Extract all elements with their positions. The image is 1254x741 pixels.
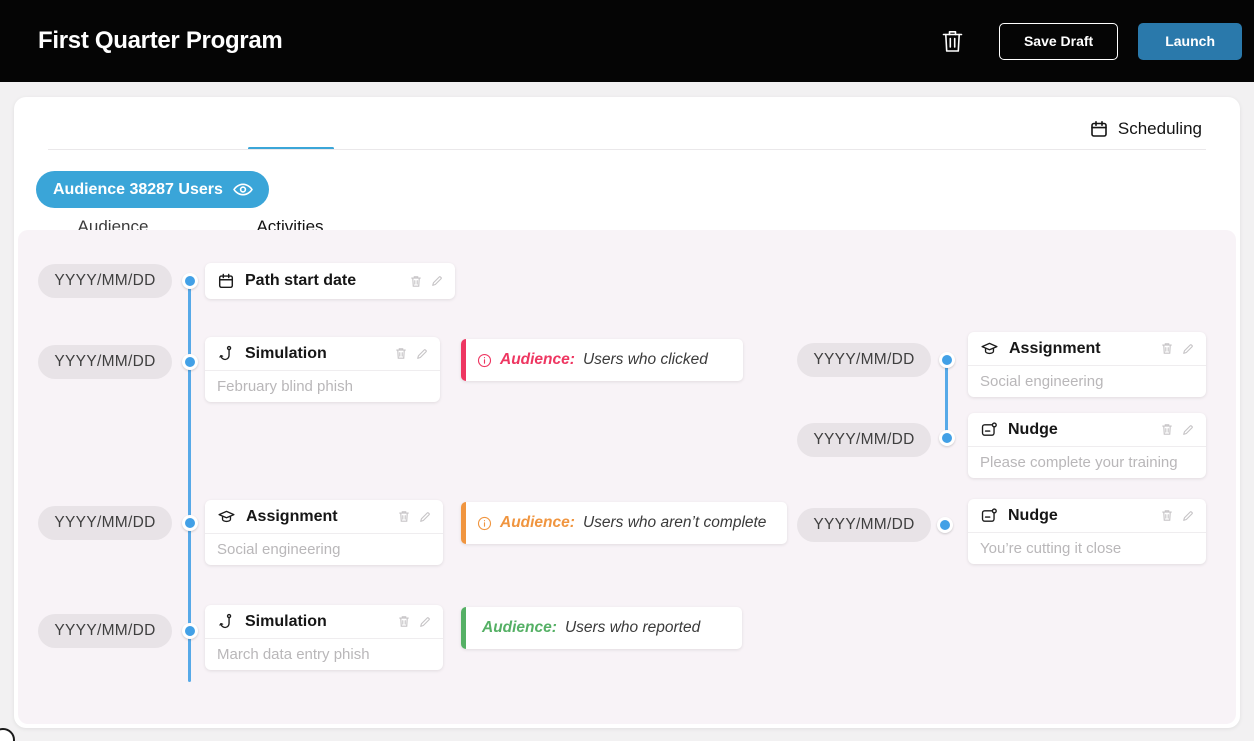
timeline-dot: [182, 273, 198, 289]
audience-condition-clicked[interactable]: Audience: Users who clicked: [461, 339, 743, 381]
activity-node-nudge[interactable]: Nudge Please complete your training: [968, 413, 1206, 478]
trash-icon[interactable]: [410, 275, 422, 288]
edit-pencil-icon[interactable]: [1182, 510, 1194, 522]
timeline-connector-branch: [945, 360, 948, 438]
tabs-row: Audience Activities Scheduling: [14, 97, 1240, 151]
audience-count-label: Audience 38287 Users: [53, 181, 223, 199]
edit-pencil-icon[interactable]: [419, 511, 431, 523]
edit-pencil-icon[interactable]: [1182, 424, 1194, 436]
activity-node-assignment[interactable]: Assignment Social engineering: [968, 332, 1206, 397]
activity-node-simulation[interactable]: Simulation March data entry phish: [205, 605, 443, 670]
trash-icon[interactable]: [398, 510, 410, 523]
page-title: First Quarter Program: [38, 27, 282, 55]
condition-label: Audience:: [500, 351, 575, 369]
trash-icon[interactable]: [398, 615, 410, 628]
condition-text: Users who clicked: [583, 351, 708, 369]
phish-hook-icon: [217, 345, 235, 363]
launch-button[interactable]: Launch: [1138, 23, 1242, 60]
trash-icon[interactable]: [395, 347, 407, 360]
timeline-dot: [937, 517, 953, 533]
timeline-dot: [939, 352, 955, 368]
node-title: Nudge: [1008, 421, 1058, 439]
program-builder-page: First Quarter Program Save Draft Launch …: [0, 0, 1254, 741]
node-title: Simulation: [245, 345, 327, 363]
phish-hook-icon: [217, 613, 235, 631]
node-description: Social engineering: [205, 533, 443, 565]
nudge-notification-icon: [980, 507, 998, 525]
node-title: Simulation: [245, 613, 327, 631]
node-description: You’re cutting it close: [968, 532, 1206, 564]
save-draft-button[interactable]: Save Draft: [999, 23, 1118, 60]
program-card: Audience Activities Scheduling Audience …: [14, 97, 1240, 728]
path-canvas: YYYY/MM/DD YYYY/MM/DD YYYY/MM/DD YYYY/MM…: [18, 230, 1236, 724]
date-pill[interactable]: YYYY/MM/DD: [797, 343, 931, 377]
condition-text: Users who reported: [565, 619, 700, 637]
tabs-divider: [48, 149, 1206, 150]
node-title: Nudge: [1008, 507, 1058, 525]
timeline-dot: [939, 430, 955, 446]
trash-icon[interactable]: [1161, 509, 1173, 522]
audience-condition-reported[interactable]: Audience: Users who reported: [461, 607, 742, 649]
scheduling-button[interactable]: Scheduling: [1089, 119, 1202, 139]
node-title: Path start date: [245, 272, 356, 290]
edit-pencil-icon[interactable]: [416, 348, 428, 360]
timeline-dot: [182, 623, 198, 639]
activity-node-assignment[interactable]: Assignment Social engineering: [205, 500, 443, 565]
top-bar-actions: Save Draft Launch: [936, 23, 1242, 60]
node-title: Assignment: [246, 508, 338, 526]
date-pill[interactable]: YYYY/MM/DD: [38, 264, 172, 298]
info-icon: [477, 353, 492, 368]
trash-icon[interactable]: [1161, 342, 1173, 355]
date-pill[interactable]: YYYY/MM/DD: [38, 506, 172, 540]
graduation-cap-icon: [217, 508, 236, 526]
date-pill[interactable]: YYYY/MM/DD: [38, 614, 172, 648]
node-description: Please complete your training: [968, 446, 1206, 478]
calendar-icon: [1089, 119, 1109, 139]
info-icon: [477, 516, 492, 531]
node-description: February blind phish: [205, 370, 440, 402]
node-description: March data entry phish: [205, 638, 443, 670]
date-pill[interactable]: YYYY/MM/DD: [797, 423, 931, 457]
condition-label: Audience:: [500, 514, 575, 532]
audience-count-badge[interactable]: Audience 38287 Users: [36, 171, 269, 208]
edit-pencil-icon[interactable]: [419, 616, 431, 628]
scheduling-label: Scheduling: [1118, 119, 1202, 139]
node-title: Assignment: [1009, 340, 1101, 358]
delete-program-button[interactable]: [936, 24, 969, 59]
date-pill[interactable]: YYYY/MM/DD: [38, 345, 172, 379]
calendar-icon: [217, 272, 235, 290]
edit-pencil-icon[interactable]: [1182, 343, 1194, 355]
condition-text: Users who aren’t complete: [583, 514, 767, 532]
trash-icon[interactable]: [1161, 423, 1173, 436]
audience-condition-incomplete[interactable]: Audience: Users who aren’t complete: [461, 502, 787, 544]
graduation-cap-icon: [980, 340, 999, 358]
timeline-dot: [182, 354, 198, 370]
date-pill[interactable]: YYYY/MM/DD: [797, 508, 931, 542]
eye-icon[interactable]: [232, 180, 254, 199]
node-description: Social engineering: [968, 365, 1206, 397]
activity-node-nudge[interactable]: Nudge You’re cutting it close: [968, 499, 1206, 564]
corner-widget-button[interactable]: [0, 728, 15, 741]
trash-icon: [940, 28, 965, 55]
nudge-notification-icon: [980, 421, 998, 439]
top-bar: First Quarter Program Save Draft Launch: [0, 0, 1254, 82]
condition-label: Audience:: [482, 619, 557, 637]
path-start-node[interactable]: Path start date: [205, 263, 455, 299]
activity-node-simulation[interactable]: Simulation February blind phish: [205, 337, 440, 402]
timeline-connector-main: [188, 281, 191, 682]
timeline-dot: [182, 515, 198, 531]
edit-pencil-icon[interactable]: [431, 275, 443, 287]
